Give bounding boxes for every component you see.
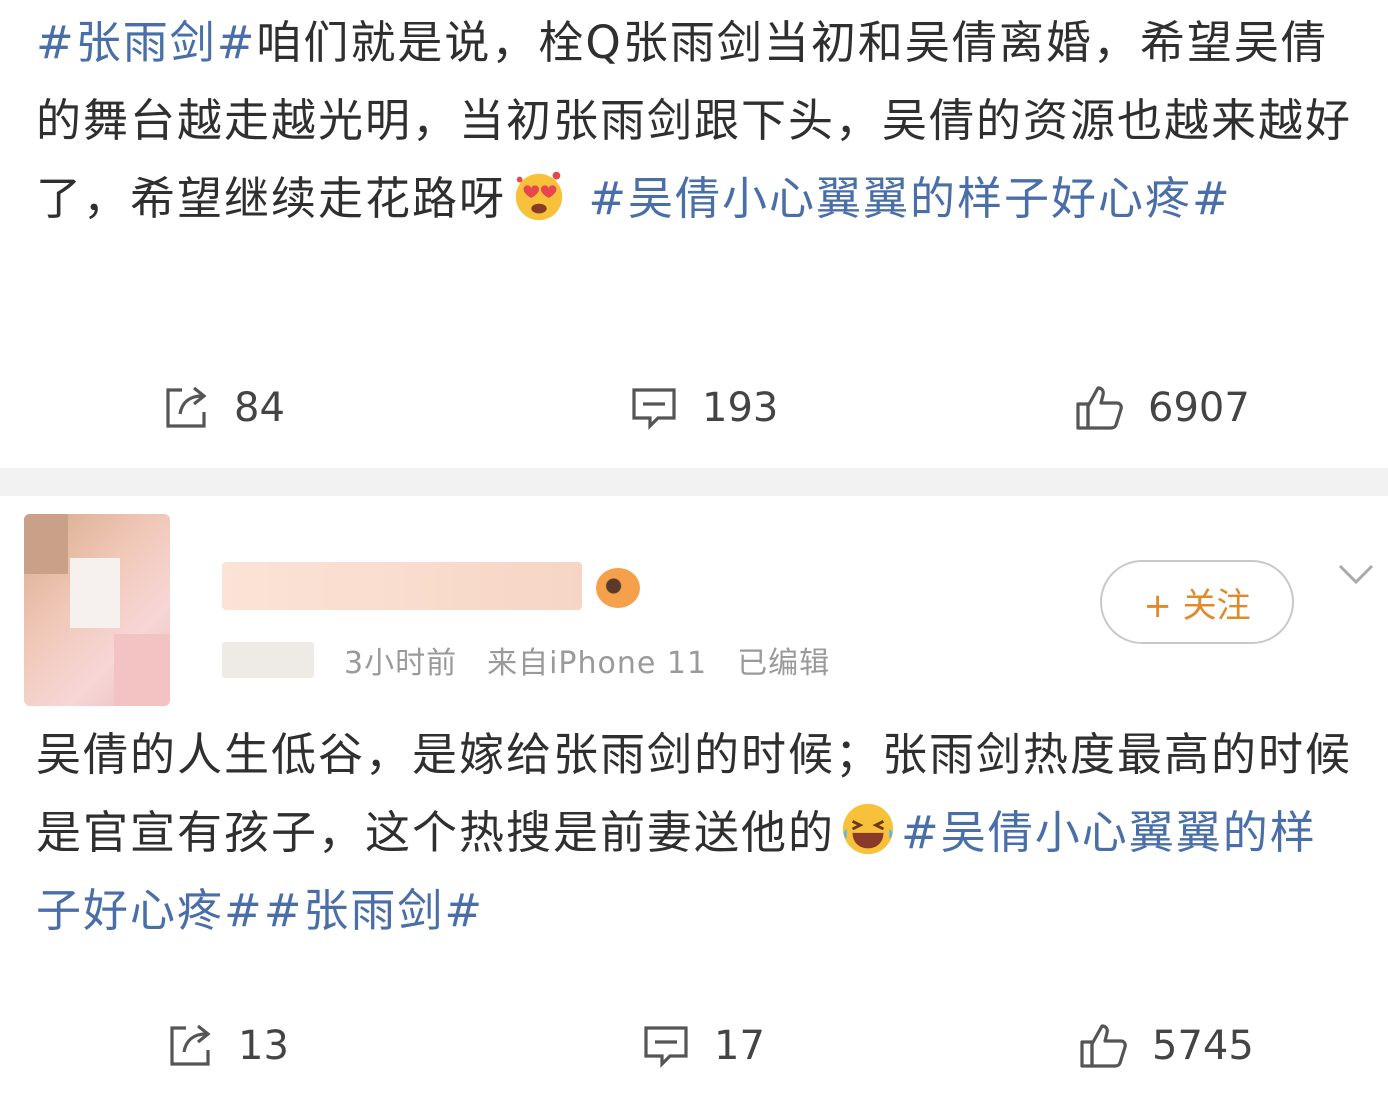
thumbs-up-icon <box>1080 1024 1127 1068</box>
comment-icon <box>632 388 676 430</box>
post-actions: 13 17 5745 <box>0 1016 1388 1076</box>
hashtag-link[interactable]: #吴倩小心翼翼的样子好心疼# <box>572 172 1232 225</box>
repost-button[interactable]: 13 <box>164 1016 289 1076</box>
meta-blurred <box>222 642 314 678</box>
like-count: 5745 <box>1152 1023 1254 1069</box>
like-count: 6907 <box>1148 385 1250 431</box>
post-time: 3小时前 <box>344 646 458 681</box>
comment-button[interactable]: 193 <box>628 378 778 438</box>
follow-button[interactable]: + 关注 <box>1100 560 1294 644</box>
username-blurred[interactable] <box>222 562 582 610</box>
chevron-down-icon[interactable] <box>1336 560 1376 588</box>
post-actions: 84 193 6907 <box>0 378 1388 438</box>
like-button[interactable]: 6907 <box>1074 378 1250 438</box>
comment-count: 193 <box>702 385 779 431</box>
repost-count: 13 <box>238 1023 289 1069</box>
post-source: 来自iPhone 11 <box>487 646 708 681</box>
user-badge-icon <box>596 568 640 608</box>
repost-icon <box>166 386 207 428</box>
edited-label: 已编辑 <box>737 646 831 681</box>
repost-count: 84 <box>234 385 285 431</box>
repost-icon <box>170 1024 211 1066</box>
post-text: 吴倩的人生低谷，是嫁给张雨剑的时候；张雨剑热度最高的时候是官宣有孩子，这个热搜是… <box>36 716 1352 950</box>
weibo-post-2: 3小时前 来自iPhone 11 已编辑 + 关注 吴倩的人生低谷，是嫁给张雨剑… <box>0 496 1388 1112</box>
post-text: #张雨剑#咱们就是说，栓Q张雨剑当初和吴倩离婚，希望吴倩的舞台越走越光明，当初张… <box>36 4 1352 238</box>
like-button[interactable]: 5745 <box>1078 1016 1254 1076</box>
comment-icon <box>644 1026 688 1068</box>
heart-eyes-emoji-icon <box>515 171 563 221</box>
weibo-post-1: #张雨剑#咱们就是说，栓Q张雨剑当初和吴倩离婚，希望吴倩的舞台越走越光明，当初张… <box>0 0 1388 468</box>
repost-button[interactable]: 84 <box>160 378 285 438</box>
comment-button[interactable]: 17 <box>640 1016 765 1076</box>
hashtag-link[interactable]: #张雨剑# <box>36 16 256 69</box>
thumbs-up-icon <box>1076 386 1123 430</box>
post-separator <box>0 468 1388 496</box>
avatar[interactable] <box>24 514 170 706</box>
laughing-emoji-icon <box>842 803 894 855</box>
comment-count: 17 <box>714 1023 765 1069</box>
post-meta: 3小时前 来自iPhone 11 已编辑 <box>222 638 830 682</box>
